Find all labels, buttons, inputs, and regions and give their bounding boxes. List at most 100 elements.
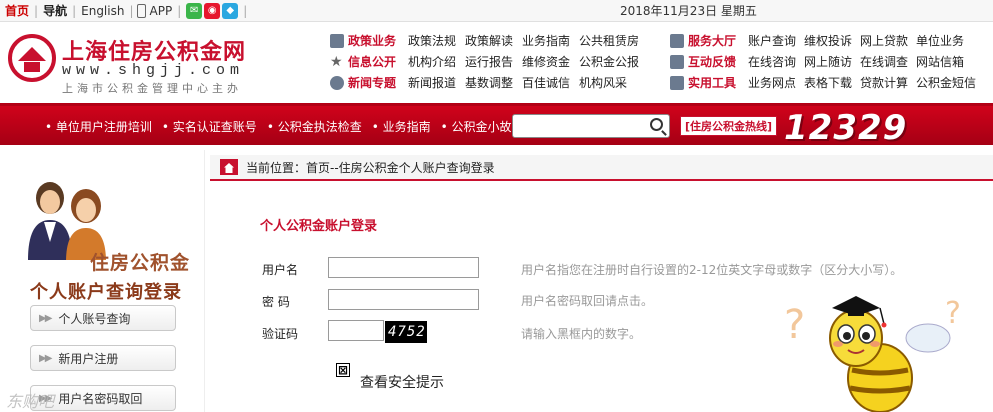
nav-row: 服务大厅 账户查询 维权投诉 网上贷款 单位业务	[670, 30, 972, 51]
nav-item[interactable]: 网上贷款	[860, 32, 916, 49]
quick-menu: • 单位用户注册培训 • 实名认证查账号 • 公积金执法检查 • 业务指南 • …	[45, 118, 534, 135]
nav-item[interactable]: 百佳诚信	[522, 74, 579, 91]
captcha-hint: 请输入黑框内的数字。	[521, 327, 642, 341]
date-text: 2018年11月23日 星期五	[620, 4, 757, 18]
house-logo-icon[interactable]	[8, 34, 56, 82]
globe-icon	[330, 75, 344, 90]
site-url: www.shgjj.com	[62, 62, 245, 79]
nav-item[interactable]: 政策法规	[408, 32, 465, 49]
nav-category-info[interactable]: ★ 信息公开	[330, 53, 408, 70]
nav-item[interactable]: 机构风采	[579, 74, 636, 91]
nav-category-policy[interactable]: 政策业务	[330, 32, 408, 49]
account-query-button[interactable]: ▶▶ 个人账号查询	[30, 305, 176, 331]
top-utility-bar: 首页 | 导航 | English | APP | ✉ ◉ ◆ | 2018年1…	[0, 0, 993, 22]
double-arrow-icon: ▶▶	[39, 352, 52, 364]
safety-tips-link[interactable]: 查看安全提示	[360, 372, 444, 392]
nav-item[interactable]: 新闻报道	[408, 74, 465, 91]
hotline-number: 12329	[784, 108, 908, 148]
nav-item[interactable]: 维权投诉	[804, 32, 860, 49]
captcha-label: 验证码	[262, 327, 299, 341]
nav-item[interactable]: 维修资金	[522, 53, 579, 70]
nav-item[interactable]: 业务指南	[522, 32, 579, 49]
search-icon[interactable]	[650, 118, 663, 131]
nav-item[interactable]: 单位业务	[916, 32, 972, 49]
password-field[interactable]	[328, 289, 479, 310]
app-link[interactable]: APP	[150, 4, 178, 18]
watermark: 东购吧	[6, 392, 55, 411]
book-icon	[330, 33, 344, 48]
nav-item[interactable]: 运行报告	[465, 53, 522, 70]
nav-item[interactable]: 贷款计算	[860, 74, 916, 91]
site-subtitle: 上海市公积金管理中心主办	[62, 82, 242, 95]
nav-item[interactable]: 公积金短信	[916, 74, 976, 91]
nav-item[interactable]: 账户查询	[748, 32, 804, 49]
breadcrumb-text: 当前位置：首页--住房公积金个人账户查询登录	[246, 160, 495, 175]
banner-title-1: 住房公积金	[90, 252, 191, 274]
checkbox-icon[interactable]: ⊠	[336, 363, 350, 377]
weibo-icon[interactable]: ◉	[204, 2, 221, 19]
quick-link-inspection[interactable]: • 公积金执法检查	[267, 118, 362, 135]
english-link[interactable]: English	[76, 4, 129, 18]
qq-icon[interactable]: ◆	[222, 2, 239, 19]
wechat-icon[interactable]: ✉	[186, 2, 203, 19]
nav-category-news[interactable]: 新闻专题	[330, 74, 408, 91]
nav-category-service[interactable]: 服务大厅	[670, 32, 748, 49]
tools-icon	[670, 75, 684, 90]
nav-row: ★ 信息公开 机构介绍 运行报告 维修资金 公积金公报	[330, 51, 639, 72]
nav-item[interactable]: 表格下载	[804, 74, 860, 91]
nav-item[interactable]: 机构介绍	[408, 53, 465, 70]
red-menu-bar: • 单位用户注册培训 • 实名认证查账号 • 公积金执法检查 • 业务指南 • …	[0, 103, 993, 148]
nav-row: 政策业务 政策法规 政策解读 业务指南 公共租赁房	[330, 30, 639, 51]
divider: |	[129, 3, 134, 18]
divider: |	[243, 3, 248, 18]
bee-mascot-icon: ? ?	[784, 296, 961, 412]
home-icon[interactable]	[220, 159, 238, 175]
login-title: 个人公积金账户登录	[260, 219, 378, 234]
nav-item[interactable]: 在线调查	[860, 53, 916, 70]
quick-link-realname[interactable]: • 实名认证查账号	[162, 118, 257, 135]
nav-item[interactable]: 在线咨询	[748, 53, 804, 70]
nav-row: 互动反馈 在线咨询 网上随访 在线调查 网站信箱	[670, 51, 972, 72]
nav-item[interactable]: 基数调整	[465, 74, 522, 91]
nav-item[interactable]: 网上随访	[804, 53, 860, 70]
breadcrumb: 当前位置：首页--住房公积金个人账户查询登录	[210, 155, 993, 181]
user-icon	[670, 33, 684, 48]
password-label: 密 码	[262, 295, 290, 309]
nav-item[interactable]: 业务网点	[748, 74, 804, 91]
left-sidebar: 住房公积金 个人账户查询登录 ▶▶ 个人账号查询 ▶▶ 新用户注册 ▶▶ 用户名密码取…	[0, 150, 205, 412]
site-header: 上海住房公积金网 www.shgjj.com 上海市公积金管理中心主办 政策业务…	[0, 22, 993, 102]
nav-row: 新闻专题 新闻报道 基数调整 百佳诚信 机构风采	[330, 72, 636, 93]
couple-illustration	[28, 182, 106, 260]
svg-text:?: ?	[784, 302, 805, 348]
quick-link-guide[interactable]: • 业务指南	[372, 118, 431, 135]
home-link[interactable]: 首页	[0, 2, 34, 19]
main-nav-right: 服务大厅 账户查询 维权投诉 网上贷款 单位业务 互动反馈 在线咨询 网上随访 …	[670, 30, 976, 93]
svg-text:?: ?	[945, 296, 961, 331]
banner-title-2: 个人账户查询登录	[30, 282, 182, 303]
hotline-label: [住房公积金热线]	[680, 116, 778, 136]
username-label: 用户名	[262, 263, 299, 277]
divider: |	[177, 3, 182, 18]
nav-item[interactable]: 政策解读	[465, 32, 522, 49]
username-field[interactable]	[328, 257, 479, 278]
captcha-field[interactable]	[328, 320, 384, 341]
quick-link-training[interactable]: • 单位用户注册培训	[45, 118, 152, 135]
account-query-banner: 住房公积金 个人账户查询登录	[8, 170, 196, 303]
double-arrow-icon: ▶▶	[39, 312, 52, 324]
captcha-image[interactable]: 4752	[385, 321, 427, 343]
search-input[interactable]	[512, 114, 670, 138]
nav-link[interactable]: 导航	[38, 2, 72, 19]
username-hint: 用户名指您在注册时自行设置的2-12位英文字母或数字（区分大小写）。	[521, 263, 903, 277]
star-icon: ★	[330, 53, 343, 70]
register-button[interactable]: ▶▶ 新用户注册	[30, 345, 176, 371]
phone-icon	[136, 3, 146, 18]
nav-item[interactable]: 网站信箱	[916, 53, 972, 70]
chat-icon	[670, 54, 684, 69]
password-hint[interactable]: 用户名密码取回请点击。	[521, 292, 653, 309]
nav-category-tools[interactable]: 实用工具	[670, 74, 748, 91]
nav-category-feedback[interactable]: 互动反馈	[670, 53, 748, 70]
nav-item[interactable]: 公共租赁房	[579, 32, 639, 49]
nav-row: 实用工具 业务网点 表格下载 贷款计算 公积金短信	[670, 72, 976, 93]
main-nav-left: 政策业务 政策法规 政策解读 业务指南 公共租赁房 ★ 信息公开 机构介绍 运行报…	[330, 30, 639, 93]
nav-item[interactable]: 公积金公报	[579, 53, 639, 70]
